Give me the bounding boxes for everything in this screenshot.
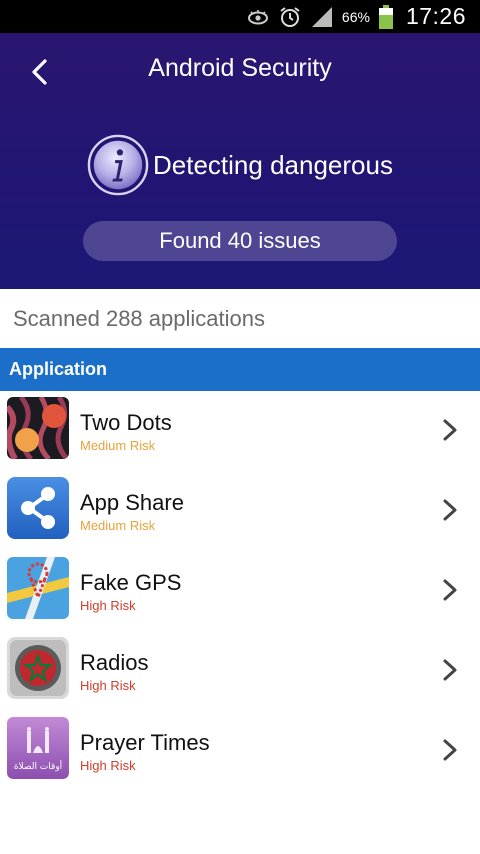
alarm-icon — [280, 6, 300, 27]
risk-badge: Medium Risk — [80, 438, 156, 453]
detect-status: Detecting dangerous — [0, 133, 480, 197]
mosque-icon-label: أوقات الصلاة — [14, 760, 62, 772]
app-list: Two Dots Medium Risk App Share Medium Ri… — [0, 392, 480, 792]
app-name: Two Dots — [80, 410, 172, 435]
chevron-right-icon — [443, 659, 457, 681]
battery-icon — [378, 4, 393, 29]
mosque-icon: أوقات الصلاة — [7, 717, 69, 779]
app-row-two-dots[interactable]: Two Dots Medium Risk — [0, 392, 480, 472]
status-icons: 66% 17:26 — [246, 0, 466, 33]
share-icon — [7, 477, 69, 539]
risk-badge: Medium Risk — [80, 518, 156, 533]
info-icon — [87, 134, 149, 196]
battery-percent: 66% — [341, 8, 370, 25]
app-row-prayer-times[interactable]: أوقات الصلاة Prayer Times High Risk — [0, 712, 480, 792]
detect-text: Detecting dangerous — [153, 149, 393, 180]
chevron-right-icon — [443, 419, 457, 441]
found-issues-label: Found 40 issues — [159, 228, 321, 253]
risk-badge: High Risk — [80, 678, 136, 693]
app-row-radios[interactable]: Radios High Risk — [0, 632, 480, 712]
risk-badge: High Risk — [80, 758, 136, 773]
app-row-fake-gps[interactable]: Fake GPS High Risk — [0, 552, 480, 632]
app-name: Prayer Times — [80, 730, 210, 755]
chevron-right-icon — [443, 739, 457, 761]
app-row-app-share[interactable]: App Share Medium Risk — [0, 472, 480, 552]
radio-flag-icon — [7, 637, 69, 699]
clock: 17:26 — [405, 3, 466, 29]
app-name: App Share — [80, 490, 184, 515]
signal-icon — [311, 6, 332, 27]
header: Android Security Detecting dangerous Fou… — [0, 33, 480, 289]
app-name: Radios — [80, 650, 149, 675]
chevron-right-icon — [443, 499, 457, 521]
map-pin-icon — [7, 557, 69, 619]
risk-badge: High Risk — [80, 598, 136, 613]
scanned-count: Scanned 288 applications — [13, 306, 265, 331]
app-name: Fake GPS — [80, 570, 182, 595]
status-bar: 66% 17:26 — [0, 0, 480, 33]
found-issues-button[interactable]: Found 40 issues — [83, 221, 397, 261]
section-header: Application — [0, 348, 480, 391]
eye-icon — [247, 9, 268, 24]
section-label: Application — [9, 359, 107, 379]
two-dots-icon — [7, 397, 69, 459]
page-title: Android Security — [148, 54, 332, 82]
chevron-right-icon — [443, 579, 457, 601]
